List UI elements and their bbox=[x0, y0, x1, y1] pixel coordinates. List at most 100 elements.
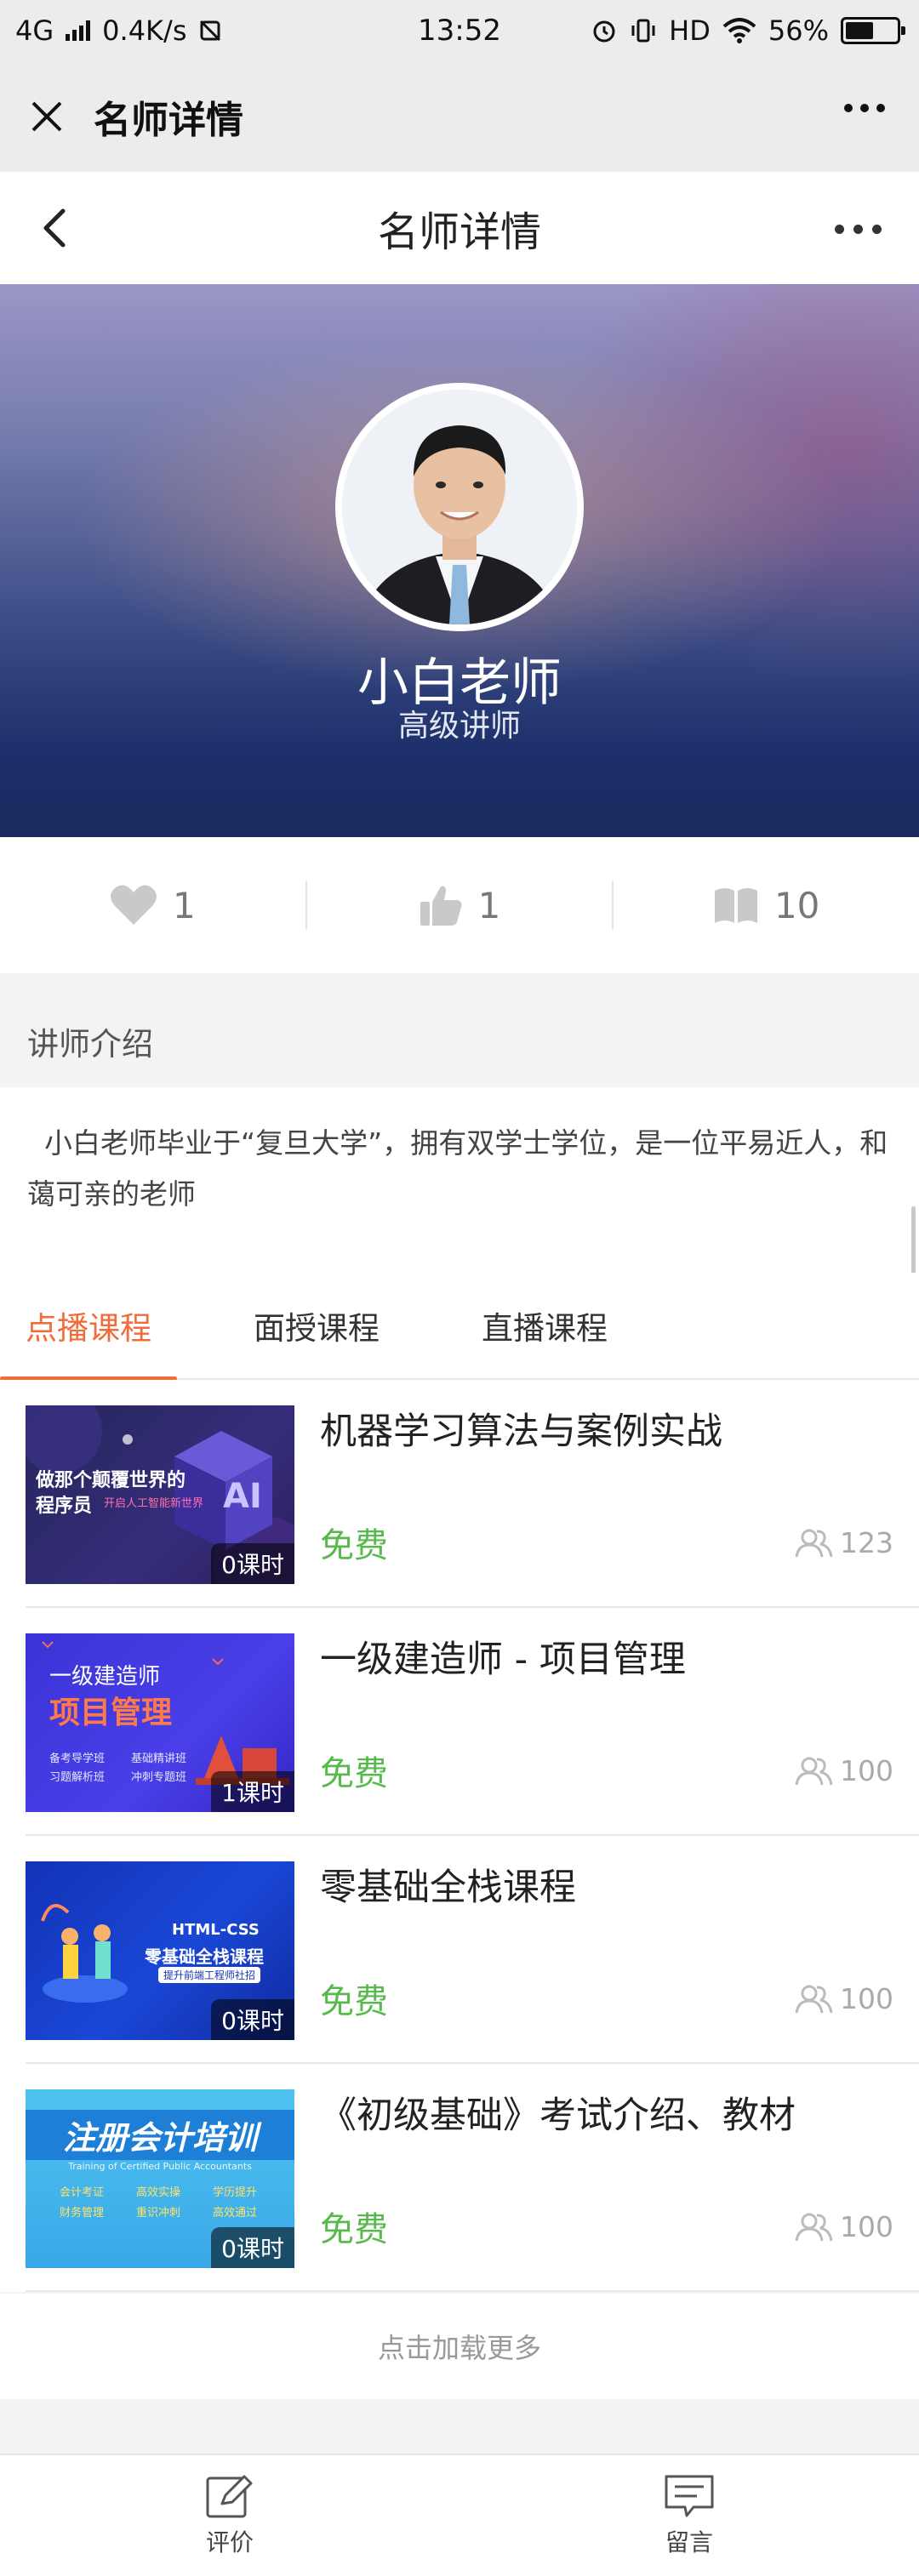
learner-count: 100 bbox=[794, 1754, 893, 1787]
thumb-text: 开启人工智能新世界 bbox=[104, 1497, 204, 1510]
lesson-count-badge: 0课时 bbox=[211, 1543, 294, 1584]
svg-text:AI: AI bbox=[223, 1477, 262, 1516]
teacher-avatar bbox=[335, 383, 584, 631]
course-title: 零基础全栈课程 bbox=[320, 1866, 576, 1909]
course-price: 免费 bbox=[320, 1982, 388, 2021]
course-stat[interactable]: 10 bbox=[614, 885, 919, 926]
lesson-count-badge: 0课时 bbox=[211, 1999, 294, 2040]
favorite-count: 1 bbox=[172, 884, 196, 926]
status-bar: 4G 0.4K/s 13:52 HD 56% bbox=[0, 0, 919, 61]
users-icon bbox=[795, 1757, 833, 1785]
course-item[interactable]: 注册会计培训 Training of Certified Public Acco… bbox=[26, 2064, 919, 2292]
comment-icon bbox=[665, 2475, 714, 2517]
course-title: 机器学习算法与案例实战 bbox=[320, 1411, 722, 1453]
close-icon bbox=[31, 101, 62, 132]
wechat-title: 名师详情 bbox=[94, 99, 243, 142]
battery-icon bbox=[841, 17, 905, 44]
learner-count-value: 100 bbox=[840, 2210, 893, 2243]
page-more-button[interactable] bbox=[835, 225, 882, 234]
close-button[interactable] bbox=[0, 61, 94, 172]
course-thumbnail: HTML-CSS 零基础全栈课程 提升前端工程师社招 0课时 bbox=[26, 1861, 294, 2040]
thumb-text: 注册会计培训 bbox=[26, 2110, 294, 2160]
thumb-text: 做那个颠覆世界的 bbox=[36, 1470, 186, 1491]
more-icon bbox=[844, 104, 853, 112]
teacher-hero: 小白老师 高级讲师 bbox=[0, 284, 919, 837]
page-title: 名师详情 bbox=[377, 208, 541, 256]
review-label: 评价 bbox=[205, 2528, 254, 2556]
users-icon bbox=[795, 2213, 833, 2241]
users-icon bbox=[795, 1985, 833, 2013]
more-icon bbox=[835, 225, 844, 234]
learner-count-value: 123 bbox=[840, 1526, 893, 1559]
alarm-icon bbox=[593, 20, 615, 43]
course-count: 10 bbox=[773, 884, 820, 926]
hd-label: HD bbox=[669, 14, 711, 47]
course-title: 一级建造师 - 项目管理 bbox=[320, 1638, 686, 1681]
lesson-count-badge: 1课时 bbox=[211, 1771, 294, 1812]
tab-offline-courses[interactable]: 面授课程 bbox=[228, 1272, 405, 1379]
bottom-bar: 评价 留言 bbox=[0, 2453, 919, 2576]
wifi-icon bbox=[722, 18, 756, 43]
load-more-button[interactable]: 点击加载更多 bbox=[0, 2294, 919, 2399]
network-speed: 0.4K/s bbox=[102, 14, 187, 47]
like-stat[interactable]: 1 bbox=[307, 883, 613, 927]
thumb-text: 习题解析班 bbox=[49, 1771, 106, 1784]
thumb-text: 提升前端工程师社招 bbox=[158, 1967, 261, 1983]
learner-count-value: 100 bbox=[840, 1982, 893, 2015]
vibrate-icon bbox=[631, 19, 655, 43]
course-price: 免费 bbox=[320, 1526, 388, 1565]
status-right: HD 56% bbox=[591, 14, 905, 47]
learner-count: 123 bbox=[794, 1526, 893, 1559]
back-icon[interactable] bbox=[34, 206, 78, 250]
thumb-text: 会计考证 bbox=[60, 2186, 105, 2199]
page-header: 名师详情 bbox=[0, 172, 919, 284]
course-item[interactable]: HTML-CSS 零基础全栈课程 提升前端工程师社招 0课时 零基础全栈课程 免… bbox=[26, 1836, 919, 2064]
like-count: 1 bbox=[477, 884, 501, 926]
learner-count: 100 bbox=[794, 1982, 893, 2015]
book-icon bbox=[714, 888, 757, 923]
course-list: AI 做那个颠覆世界的 程序员 开启人工智能新世界 0课时 机器学习算法与案例实… bbox=[0, 1380, 919, 2292]
thumb-text: 一级建造师 bbox=[49, 1664, 161, 1690]
thumb-text: 重识冲刺 bbox=[136, 2207, 181, 2220]
course-item[interactable]: 一级建造师 项目管理 备考导学班 基础精讲班 习题解析班 冲刺专题班 1课时 一… bbox=[26, 1608, 919, 1836]
thumb-text: 财务管理 bbox=[60, 2207, 105, 2220]
thumbs-up-icon bbox=[420, 886, 462, 926]
thumb-text: HTML-CSS bbox=[172, 1921, 260, 1939]
wechat-more-button[interactable] bbox=[844, 104, 885, 112]
course-tabs: 点播课程 面授课程 直播课程 bbox=[0, 1272, 919, 1381]
message-label: 留言 bbox=[665, 2528, 713, 2556]
thumb-text: 冲刺专题班 bbox=[131, 1771, 187, 1784]
intro-text: 小白老师毕业于“复旦大学”，拥有双学士学位，是一位平易近人，和蔼可亲的老师 bbox=[0, 1087, 919, 1273]
course-item[interactable]: AI 做那个颠覆世界的 程序员 开启人工智能新世界 0课时 机器学习算法与案例实… bbox=[26, 1380, 919, 1608]
thumb-text: 高效实操 bbox=[136, 2186, 181, 2199]
favorite-stat[interactable]: 1 bbox=[0, 884, 305, 926]
thumb-text: Training of Certified Public Accountants bbox=[68, 2161, 252, 2172]
thumb-text: 零基础全栈课程 bbox=[145, 1946, 264, 1967]
course-price: 免费 bbox=[320, 1754, 388, 1793]
course-thumbnail: 一级建造师 项目管理 备考导学班 基础精讲班 习题解析班 冲刺专题班 1课时 bbox=[26, 1633, 294, 1812]
lesson-count-badge: 0课时 bbox=[211, 2227, 294, 2268]
thumb-text: 高效通过 bbox=[213, 2207, 258, 2220]
edit-icon bbox=[206, 2475, 253, 2518]
message-button[interactable]: 留言 bbox=[460, 2455, 919, 2576]
learner-count: 100 bbox=[794, 2210, 893, 2243]
intro-heading: 讲师介绍 bbox=[0, 995, 919, 1087]
thumb-text: 项目管理 bbox=[49, 1695, 173, 1730]
thumb-text: 程序员 bbox=[36, 1496, 93, 1517]
silent-icon bbox=[200, 20, 221, 42]
heart-icon bbox=[110, 885, 157, 925]
tab-vod-courses[interactable]: 点播课程 bbox=[0, 1272, 177, 1381]
tab-live-courses[interactable]: 直播课程 bbox=[456, 1272, 633, 1379]
course-thumbnail: 注册会计培训 Training of Certified Public Acco… bbox=[26, 2089, 294, 2268]
status-left: 4G 0.4K/s bbox=[15, 14, 222, 47]
course-title: 《初级基础》考试介绍、教材 bbox=[320, 2094, 796, 2137]
thumb-text: 学历提升 bbox=[213, 2186, 258, 2199]
review-button[interactable]: 评价 bbox=[0, 2455, 460, 2576]
teacher-title: 高级讲师 bbox=[397, 709, 521, 744]
thumb-text: 备考导学班 bbox=[49, 1752, 106, 1765]
signal-icon bbox=[66, 20, 91, 41]
users-icon bbox=[795, 1529, 833, 1557]
wechat-nav-bar: 名师详情 bbox=[0, 61, 919, 172]
learner-count-value: 100 bbox=[840, 1754, 893, 1787]
thumb-text: 基础精讲班 bbox=[131, 1752, 187, 1765]
